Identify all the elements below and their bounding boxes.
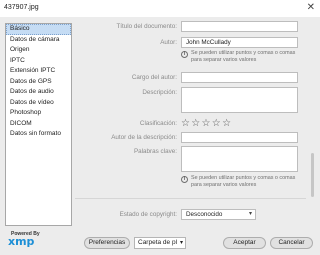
info-icon: i	[181, 51, 188, 58]
form-scrollbar[interactable]	[308, 23, 316, 226]
doc-title-label: Título del documento:	[116, 23, 177, 30]
sidebar-item-extension-iptc[interactable]: Extensión IPTC	[6, 66, 71, 77]
description-label: Descripción:	[142, 89, 177, 96]
rating-label: Clasificación:	[139, 120, 177, 127]
sidebar-item-basico[interactable]: Básico	[6, 24, 71, 35]
author-role-input[interactable]	[181, 72, 298, 83]
doc-title-input[interactable]	[181, 21, 298, 32]
category-sidebar: Básico Datos de cámara Origen IPTC Exten…	[5, 23, 72, 226]
sidebar-item-iptc[interactable]: IPTC	[6, 56, 71, 67]
keywords-hint: i Se pueden utilizar puntos y comas o co…	[181, 175, 301, 189]
folder-select-value: Carpeta de pl	[138, 239, 178, 246]
sidebar-item-datos-gps[interactable]: Datos de GPS	[6, 77, 71, 88]
sidebar-item-dicom[interactable]: DICOM	[6, 119, 71, 130]
sidebar-item-datos-video[interactable]: Datos de vídeo	[6, 98, 71, 109]
xmp-wordmark: xmp	[8, 235, 35, 248]
copyright-select[interactable]: Desconocido ▾	[181, 209, 256, 220]
desc-author-label: Autor de la descripción:	[111, 134, 177, 141]
scrollbar-thumb[interactable]	[311, 153, 314, 197]
keywords-hint-text: Se pueden utilizar puntos y comas o coma…	[191, 175, 296, 188]
star-icon[interactable]: ☆	[222, 119, 231, 129]
copyright-label: Estado de copyright:	[119, 211, 177, 218]
author-hint: i Se pueden utilizar puntos y comas o co…	[181, 50, 301, 64]
preferences-button[interactable]: Preferencias	[84, 237, 130, 249]
author-role-label: Cargo del autor:	[131, 74, 177, 81]
rating-stars: ☆☆☆☆☆	[181, 119, 232, 129]
window-title: 437907.jpg	[4, 4, 39, 11]
metadata-form: Título del documento: Autor: John McCull…	[75, 17, 306, 230]
sidebar-item-photoshop[interactable]: Photoshop	[6, 108, 71, 119]
info-icon: i	[181, 176, 188, 183]
cancel-button[interactable]: Cancelar	[270, 237, 313, 249]
title-bar: 437907.jpg ✕	[0, 0, 320, 17]
author-hint-text: Se pueden utilizar puntos y comas o coma…	[191, 50, 296, 63]
accept-button[interactable]: Aceptar	[223, 237, 266, 249]
copyright-value: Desconocido	[186, 211, 223, 218]
section-divider	[75, 198, 306, 199]
author-input[interactable]: John McCullady	[181, 37, 298, 48]
close-icon[interactable]: ✕	[307, 2, 315, 13]
sidebar-item-datos-sin-formato[interactable]: Datos sin formato	[6, 129, 71, 140]
chevron-down-icon: ▾	[248, 211, 252, 217]
star-icon[interactable]: ☆	[191, 119, 200, 129]
star-icon[interactable]: ☆	[202, 119, 211, 129]
sidebar-item-datos-camara[interactable]: Datos de cámara	[6, 35, 71, 46]
metadata-dialog: 437907.jpg ✕ Básico Datos de cámara Orig…	[0, 0, 320, 255]
chevron-down-icon: ▾	[179, 238, 183, 248]
desc-author-input[interactable]	[181, 132, 298, 143]
keywords-label: Palabras clave:	[133, 148, 177, 155]
sidebar-item-origen[interactable]: Origen	[6, 45, 71, 56]
author-label: Autor:	[160, 39, 177, 46]
sidebar-item-datos-audio[interactable]: Datos de audio	[6, 87, 71, 98]
star-icon[interactable]: ☆	[212, 119, 221, 129]
description-textarea[interactable]	[181, 87, 298, 113]
keywords-textarea[interactable]	[181, 146, 298, 172]
folder-select[interactable]: Carpeta de pl ▾	[134, 237, 186, 249]
star-icon[interactable]: ☆	[181, 119, 190, 129]
